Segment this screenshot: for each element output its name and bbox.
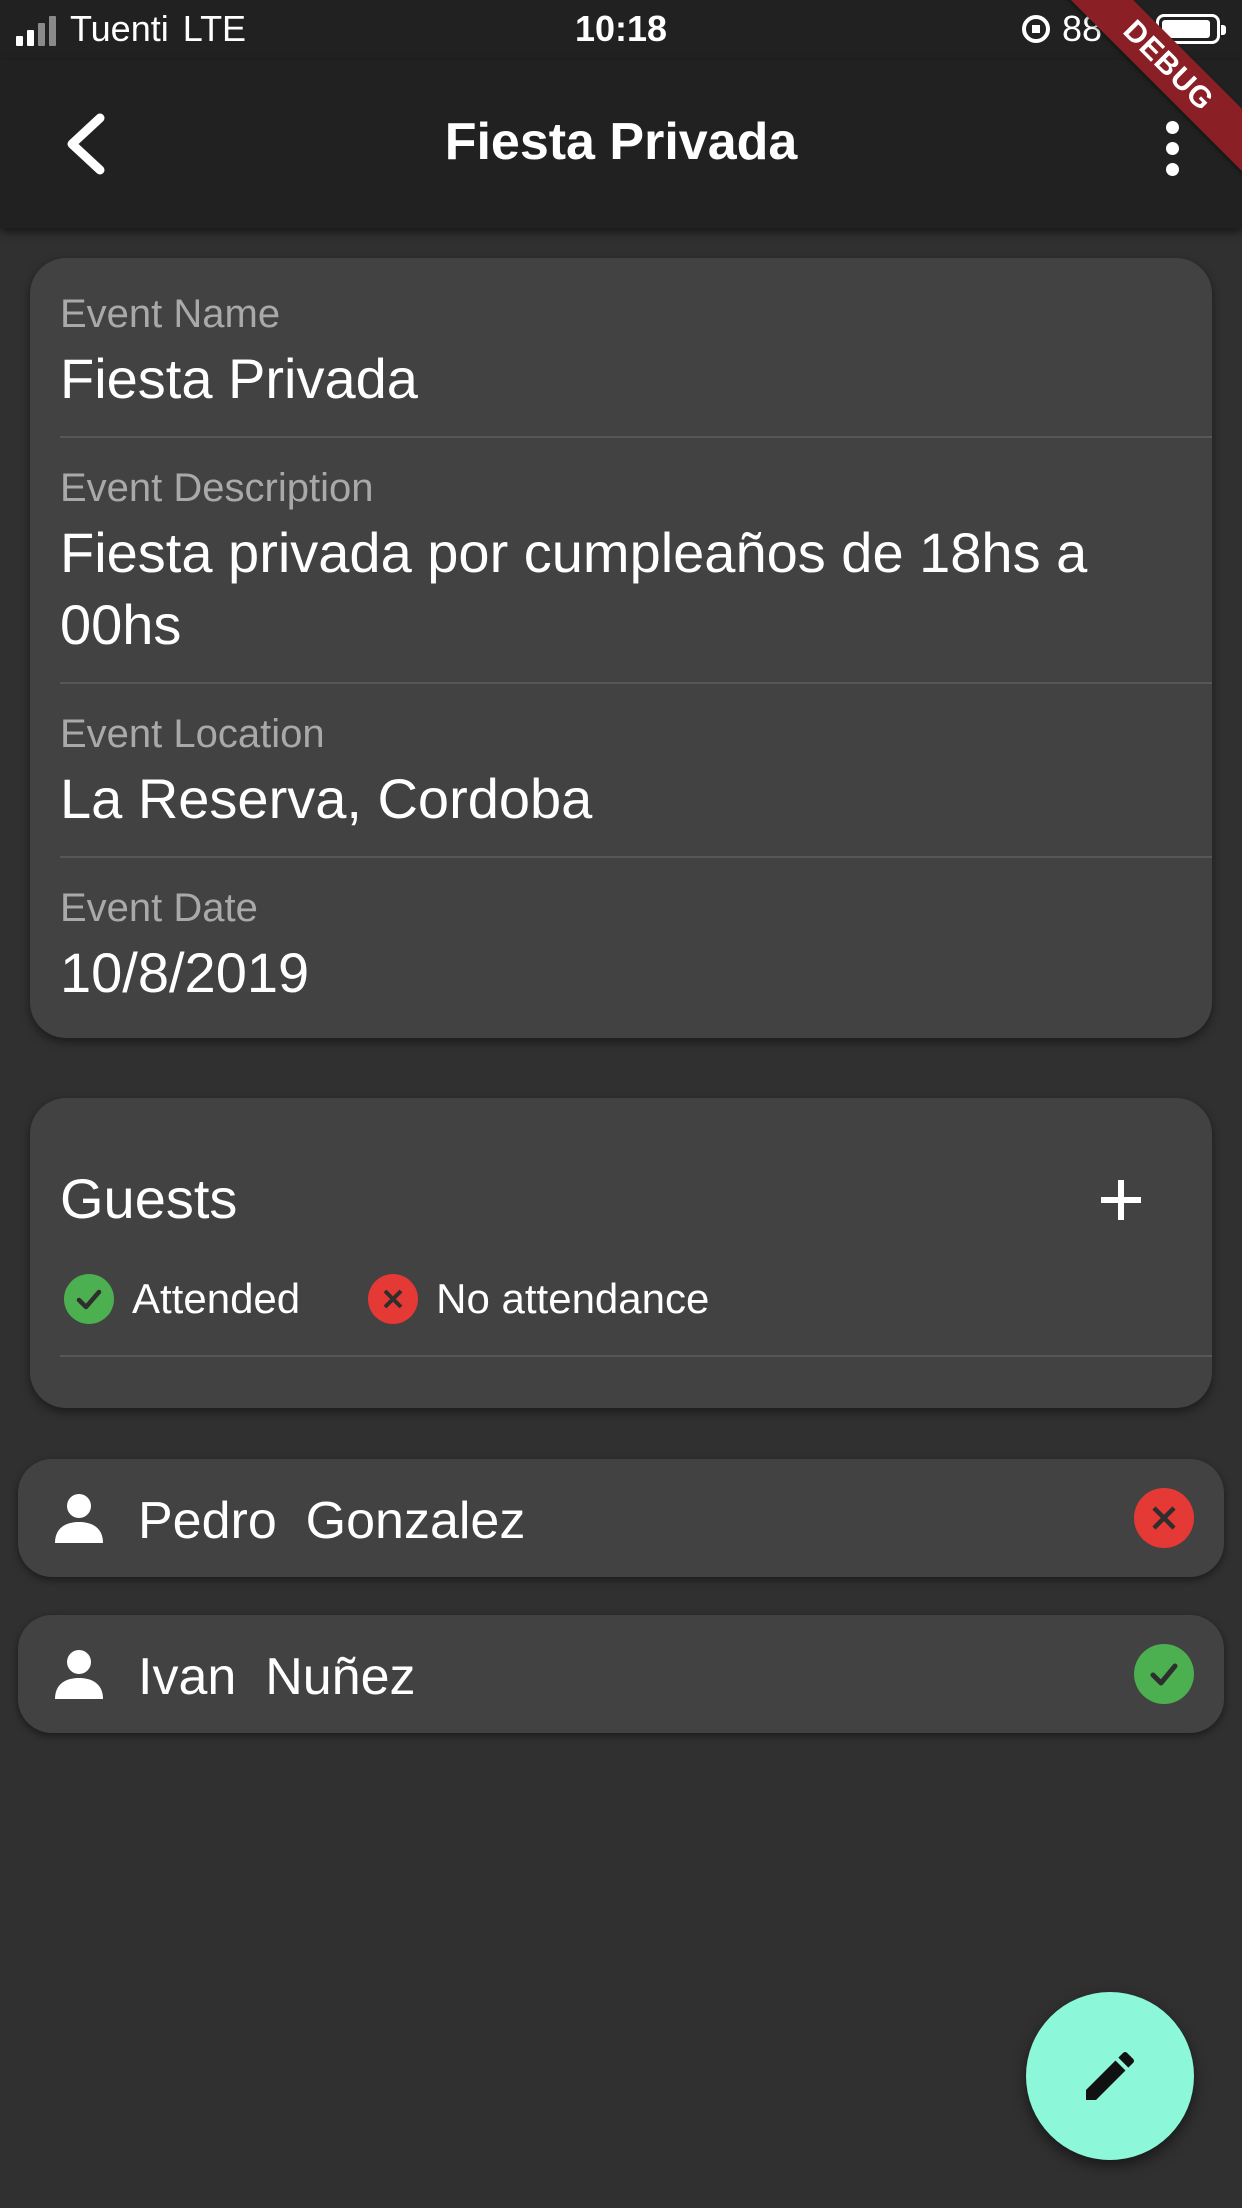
- rotation-lock-icon: [1021, 15, 1050, 43]
- cancel-circle-icon: [368, 1274, 419, 1324]
- event-name-label: Event Name: [60, 292, 281, 336]
- divider: [60, 436, 1212, 438]
- add-icon: [1101, 1180, 1141, 1220]
- event-name-value: Fiesta Privada: [60, 347, 418, 410]
- guest-first-name: Ivan: [138, 1648, 237, 1706]
- guests-card: Guests Attended No attendance: [30, 1098, 1212, 1408]
- event-location-field: Event Location La Reserva, Cordoba: [60, 712, 1212, 835]
- guest-row[interactable]: Ivan Nuñez: [18, 1615, 1224, 1733]
- guest-row[interactable]: Pedro Gonzalez: [18, 1459, 1224, 1577]
- event-date-field: Event Date 10/8/2019: [60, 886, 1212, 1009]
- legend-no-attendance: No attendance: [368, 1274, 709, 1324]
- check-circle-icon[interactable]: [1134, 1644, 1194, 1704]
- check-circle-icon: [64, 1274, 114, 1324]
- event-details-card: Event Name Fiesta Privada Event Descript…: [30, 258, 1212, 1038]
- divider: [60, 682, 1212, 684]
- legend-attended: Attended: [64, 1274, 300, 1324]
- page-title: Fiesta Privada: [444, 113, 798, 171]
- cancel-circle-icon[interactable]: [1134, 1488, 1194, 1548]
- person-icon: [55, 1494, 103, 1543]
- person-icon: [55, 1650, 103, 1699]
- edit-icon: [1086, 2051, 1135, 2100]
- guest-name: Ivan Nuñez: [138, 1647, 416, 1707]
- guests-title: Guests: [60, 1167, 238, 1230]
- status-bar: Tuenti LTE 10:18 88 %: [0, 0, 1242, 60]
- event-date-label: Event Date: [60, 886, 258, 930]
- event-description-field: Event Description Fiesta privada por cum…: [60, 466, 1212, 661]
- legend-attended-label: Attended: [132, 1275, 301, 1322]
- guest-last-name: Nuñez: [265, 1648, 416, 1706]
- event-location-value: La Reserva, Cordoba: [60, 767, 593, 830]
- divider: [60, 1355, 1212, 1357]
- divider: [60, 856, 1212, 858]
- guest-name: Pedro Gonzalez: [138, 1491, 525, 1551]
- guest-last-name: Gonzalez: [305, 1492, 526, 1550]
- add-guest-button[interactable]: [1066, 1160, 1176, 1240]
- event-date-value: 10/8/2019: [60, 941, 310, 1004]
- attendance-legend: Attended No attendance: [64, 1274, 777, 1324]
- more-vert-icon: [1165, 120, 1179, 134]
- event-name-field: Event Name Fiesta Privada: [60, 292, 1212, 415]
- guest-first-name: Pedro: [138, 1492, 277, 1550]
- event-description-label: Event Description: [60, 466, 374, 510]
- app-bar: Fiesta Privada: [0, 60, 1242, 228]
- event-location-label: Event Location: [60, 712, 325, 756]
- legend-no-attendance-label: No attendance: [436, 1275, 710, 1322]
- event-description-value: Fiesta privada por cumpleaños de 18hs a …: [60, 521, 1088, 656]
- edit-event-fab[interactable]: [1026, 1992, 1194, 2160]
